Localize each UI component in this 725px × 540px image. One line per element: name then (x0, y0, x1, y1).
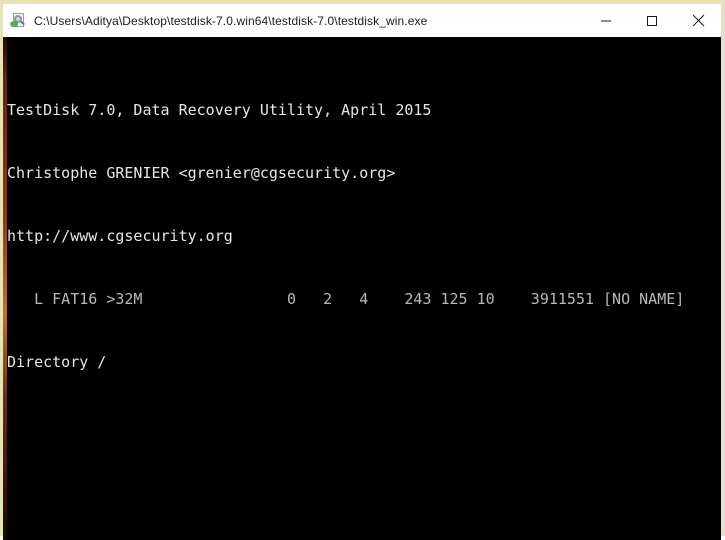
current-directory-line: Directory / (3, 352, 721, 373)
author-line: Christophe GRENIER <grenier@cgsecurity.o… (3, 163, 721, 184)
testdisk-app-icon (10, 13, 26, 29)
title-bar[interactable]: C:\Users\Aditya\Desktop\testdisk-7.0.win… (3, 4, 721, 37)
terminal-text-buffer: TestDisk 7.0, Data Recovery Utility, Apr… (3, 37, 721, 540)
minimize-button[interactable] (583, 4, 629, 37)
partition-info-line: L FAT16 >32M 0 2 4 243 125 10 3911551 [N… (3, 289, 721, 310)
window-controls (583, 4, 721, 37)
minimize-icon (600, 15, 612, 27)
maximize-button[interactable] (629, 4, 675, 37)
website-line: http://www.cgsecurity.org (3, 226, 721, 247)
window-title: C:\Users\Aditya\Desktop\testdisk-7.0.win… (34, 14, 427, 28)
maximize-icon (646, 15, 658, 27)
blank-line (3, 436, 721, 457)
application-window: C:\Users\Aditya\Desktop\testdisk-7.0.win… (0, 0, 725, 536)
terminal-console[interactable]: TestDisk 7.0, Data Recovery Utility, Apr… (3, 37, 721, 540)
program-title-line: TestDisk 7.0, Data Recovery Utility, Apr… (3, 100, 721, 121)
close-button[interactable] (675, 4, 721, 37)
close-icon (692, 14, 705, 27)
